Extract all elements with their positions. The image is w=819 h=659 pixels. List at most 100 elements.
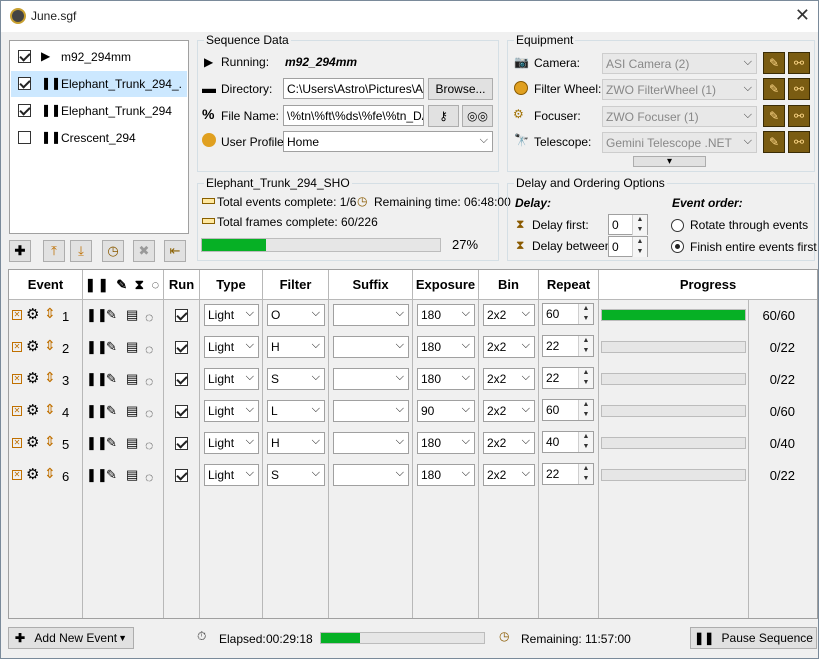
script-icon[interactable]: ▤ [126, 340, 138, 354]
suffix-select[interactable]: ⌵ [333, 400, 409, 422]
edit-icon[interactable]: ✎ [106, 436, 117, 450]
filter-select[interactable]: O ⌵ [267, 304, 325, 326]
connect-icon[interactable]: ⚯ [788, 131, 810, 153]
bin-select[interactable]: 2x2 ⌵ [483, 432, 535, 454]
edit-icon[interactable]: ✎ [106, 372, 117, 386]
comment-icon[interactable]: ◌ [145, 406, 153, 420]
pause-icon[interactable]: ❚❚ [86, 436, 108, 450]
type-select[interactable]: Light ⌵ [204, 432, 259, 454]
event-icon[interactable]: ✕ [12, 374, 22, 384]
key-icon[interactable]: ⚷ [428, 105, 459, 127]
comment-icon[interactable]: ◌ [145, 342, 153, 356]
reorder-icon[interactable]: ⇕ [44, 434, 56, 448]
connect-icon[interactable]: ⚯ [788, 52, 810, 74]
bin-select[interactable]: 2x2 ⌵ [483, 336, 535, 358]
bin-select[interactable]: 2x2 ⌵ [483, 368, 535, 390]
filter-select[interactable]: S ⌵ [267, 368, 325, 390]
event-icon[interactable]: ✕ [12, 310, 22, 320]
comment-icon[interactable]: ◌ [145, 310, 153, 324]
glasses-icon[interactable]: ◎◎ [462, 105, 493, 127]
event-icon[interactable]: ✕ [12, 470, 22, 480]
repeat-input[interactable]: 60 ▲ ▼ [542, 399, 594, 421]
gear-icon[interactable]: ⚙ [26, 403, 39, 418]
run-checkbox[interactable] [175, 469, 188, 482]
run-checkbox[interactable] [175, 405, 188, 418]
comment-icon[interactable]: ◌ [145, 374, 153, 388]
script-icon[interactable]: ▤ [126, 468, 138, 482]
suffix-select[interactable]: ⌵ [333, 368, 409, 390]
reorder-icon[interactable]: ⇕ [44, 306, 56, 320]
checkbox[interactable] [18, 50, 31, 63]
event-icon[interactable]: ✕ [12, 438, 22, 448]
run-checkbox[interactable] [175, 437, 188, 450]
exposure-select[interactable]: 90 ⌵ [417, 400, 475, 422]
repeat-input[interactable]: 60 ▲ ▼ [542, 303, 594, 325]
move-down-icon[interactable]: ⤓ [70, 240, 92, 262]
delay-between-input[interactable]: 0 ▲ ▼ [608, 236, 648, 257]
type-select[interactable]: Light ⌵ [204, 400, 259, 422]
comment-icon[interactable]: ◌ [145, 470, 153, 484]
close-icon[interactable]: ✕ [795, 5, 810, 26]
spinner-arrows-icon[interactable]: ▲ ▼ [632, 237, 647, 257]
reorder-icon[interactable]: ⇕ [44, 370, 56, 384]
event-icon[interactable]: ✕ [12, 406, 22, 416]
script-icon[interactable]: ▤ [126, 308, 138, 322]
pause-sequence-button[interactable]: ❚❚ Pause Sequence [690, 627, 817, 649]
exposure-select[interactable]: 180 ⌵ [417, 336, 475, 358]
bin-select[interactable]: 2x2 ⌵ [483, 400, 535, 422]
pause-icon[interactable]: ❚❚ [86, 372, 108, 386]
sequence-list-item[interactable]: ❚❚ Elephant_Trunk_294 [11, 98, 187, 124]
gear-icon[interactable]: ⚙ [26, 307, 39, 322]
move-up-icon[interactable]: ⤒ [43, 240, 65, 262]
type-select[interactable]: Light ⌵ [204, 336, 259, 358]
finish-radio[interactable] [671, 239, 684, 254]
run-checkbox[interactable] [175, 309, 188, 322]
type-select[interactable]: Light ⌵ [204, 304, 259, 326]
script-icon[interactable]: ▤ [126, 404, 138, 418]
wrench-icon[interactable]: ✎ [763, 131, 785, 153]
run-checkbox[interactable] [175, 373, 188, 386]
checkbox[interactable] [18, 131, 31, 144]
gear-icon[interactable]: ⚙ [26, 435, 39, 450]
spinner-arrows-icon[interactable]: ▲ ▼ [578, 464, 593, 484]
reorder-icon[interactable]: ⇕ [44, 466, 56, 480]
repeat-input[interactable]: 22 ▲ ▼ [542, 367, 594, 389]
gear-icon[interactable]: ⚙ [26, 371, 39, 386]
connect-icon[interactable]: ⚯ [788, 105, 810, 127]
filename-field[interactable]: \%tn\%ft\%ds\%fe\%tn_DAT [283, 105, 424, 126]
reset-icon[interactable]: ⇤ [164, 240, 186, 262]
exposure-select[interactable]: 180 ⌵ [417, 464, 475, 486]
reorder-icon[interactable]: ⇕ [44, 338, 56, 352]
sequence-list[interactable]: ▶ m92_294mm ❚❚ Elephant_Trunk_294_... ❚❚ Elep… [9, 40, 189, 234]
pause-icon[interactable]: ❚❚ [86, 468, 108, 482]
directory-field[interactable]: C:\Users\Astro\Pictures\Astr [283, 78, 424, 99]
connect-icon[interactable]: ⚯ [788, 78, 810, 100]
pause-icon[interactable]: ❚❚ [86, 340, 108, 354]
pause-icon[interactable]: ❚❚ [86, 308, 108, 322]
bin-select[interactable]: 2x2 ⌵ [483, 304, 535, 326]
filter-select[interactable]: H ⌵ [267, 336, 325, 358]
spinner-arrows-icon[interactable]: ▲ ▼ [578, 304, 593, 324]
filter-select[interactable]: H ⌵ [267, 432, 325, 454]
spinner-arrows-icon[interactable]: ▲ ▼ [632, 215, 647, 235]
edit-icon[interactable]: ✎ [106, 308, 117, 322]
sequence-list-item[interactable]: ❚❚ Elephant_Trunk_294_... [11, 71, 187, 97]
wrench-icon[interactable]: ✎ [763, 52, 785, 74]
reorder-icon[interactable]: ⇕ [44, 402, 56, 416]
exposure-select[interactable]: 180 ⌵ [417, 304, 475, 326]
bin-select[interactable]: 2x2 ⌵ [483, 464, 535, 486]
suffix-select[interactable]: ⌵ [333, 432, 409, 454]
delay-first-input[interactable]: 0 ▲ ▼ [608, 214, 648, 235]
exposure-select[interactable]: 180 ⌵ [417, 432, 475, 454]
spinner-arrows-icon[interactable]: ▲ ▼ [578, 432, 593, 452]
expand-equipment-button[interactable]: ▾ [633, 156, 706, 167]
browse-button[interactable]: Browse... [428, 78, 493, 100]
spinner-arrows-icon[interactable]: ▲ ▼ [578, 400, 593, 420]
gear-icon[interactable]: ⚙ [26, 467, 39, 482]
type-select[interactable]: Light ⌵ [204, 368, 259, 390]
exposure-select[interactable]: 180 ⌵ [417, 368, 475, 390]
script-icon[interactable]: ▤ [126, 436, 138, 450]
edit-icon[interactable]: ✎ [106, 340, 117, 354]
clock-icon[interactable]: ◷ [102, 240, 124, 262]
repeat-input[interactable]: 40 ▲ ▼ [542, 431, 594, 453]
